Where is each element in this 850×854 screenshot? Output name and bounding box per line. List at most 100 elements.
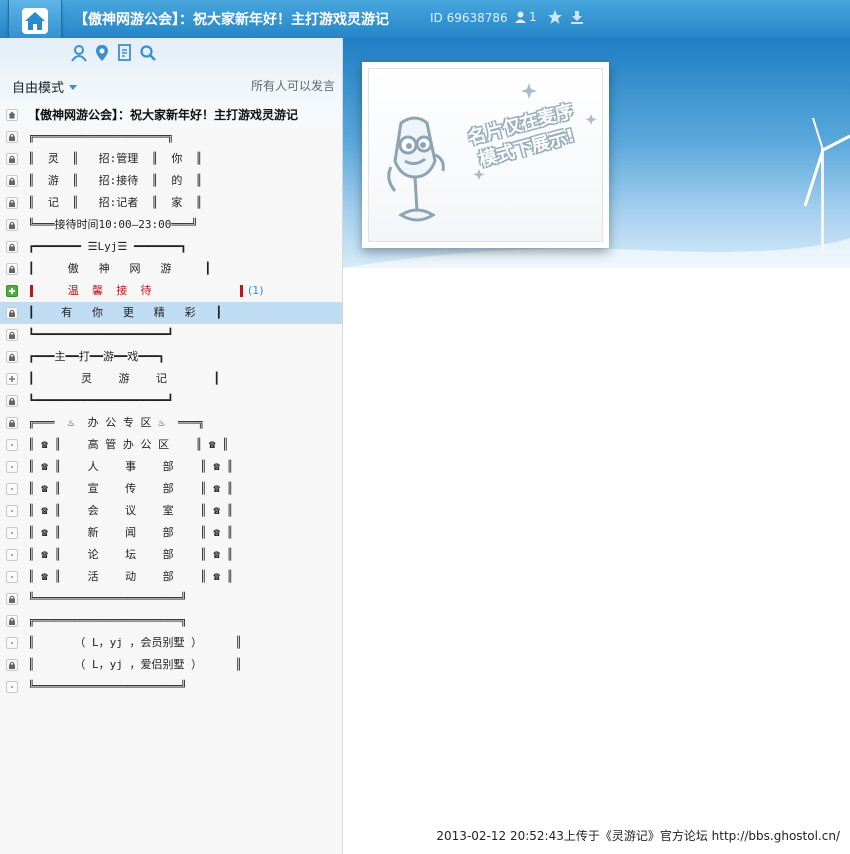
lock-icon: [6, 417, 18, 429]
lock-icon: [6, 131, 18, 143]
toolbar: [70, 44, 162, 66]
speak-permission: 所有人可以发言: [250, 79, 335, 93]
channel-name: ┃ 灵 游 记 ┃: [28, 372, 220, 385]
dot-icon: [6, 483, 18, 495]
sparkle-icons: [473, 83, 597, 180]
channel-name: ║ ☎ ║ 新 闻 部 ║ ☎ ║: [28, 526, 234, 539]
channel-item[interactable]: ║ ☎ ║ 活 动 部 ║ ☎ ║: [0, 566, 342, 588]
channel-item[interactable]: ║ ☎ ║ 新 闻 部 ║ ☎ ║: [0, 522, 342, 544]
dot-icon: [6, 439, 18, 451]
channel-name: 【傲神网游公会】：祝大家新年好！主打游戏灵游记: [28, 108, 299, 122]
channel-item[interactable]: ┏━━━━━━━ ☰Lyj☰ ━━━━━━━┓: [0, 236, 342, 258]
notes-icon[interactable]: [116, 44, 134, 62]
dot-icon: [6, 571, 18, 583]
channel-item[interactable]: ┃ 有 你 更 精 彩 ┃: [0, 302, 342, 324]
channel-item[interactable]: ╚══════════════════════╝: [0, 588, 342, 610]
dot-icon: [6, 549, 18, 561]
user-manage-icon[interactable]: [70, 44, 88, 62]
channel-name: ║ ☎ ║ 活 动 部 ║ ☎ ║: [28, 570, 234, 583]
channel-item[interactable]: 【傲神网游公会】：祝大家新年好！主打游戏灵游记: [0, 104, 342, 126]
channel-item[interactable]: ║ 游 ║ 招:接待 ║ 的 ║: [0, 170, 342, 192]
channel-name: ┗━━━━━━━━━━━━━━━━━━━━┛: [28, 328, 174, 341]
channel-item[interactable]: ╚═══接待时间10:00—23:00═══╝: [0, 214, 342, 236]
channel-item[interactable]: ║ （ L，yj ，会员别墅 ） ║: [0, 632, 342, 654]
channel-item[interactable]: ╔════════════════════╗: [0, 126, 342, 148]
lock-icon: [6, 329, 18, 341]
room-title: 【傲神网游公会】：祝大家新年好！主打游戏灵游记: [74, 12, 389, 28]
lock-icon: [6, 307, 18, 319]
upload-info: 2013-02-12 20:52:43上传于《灵游记》官方论坛 http://b…: [436, 829, 840, 843]
channel-item[interactable]: ║ 记 ║ 招:记者 ║ 家 ║: [0, 192, 342, 214]
channel-name: ╚═══接待时间10:00—23:00═══╝: [28, 218, 198, 231]
user-count-badge: (1): [248, 284, 264, 297]
channel-name: ╔═══ ♨ 办 公 专 区 ♨ ═══╗: [28, 416, 205, 429]
mode-label: 自由模式: [12, 81, 65, 96]
channel-item[interactable]: ║ ☎ ║ 论 坛 部 ║ ☎ ║: [0, 544, 342, 566]
channel-name: ║ 记 ║ 招:记者 ║ 家 ║: [28, 196, 203, 209]
channel-item[interactable]: ║ ☎ ║ 高 管 办 公 区 ║ ☎ ║: [0, 434, 342, 456]
channel-item[interactable]: ┗━━━━━━━━━━━━━━━━━━━━┛: [0, 324, 342, 346]
channel-marker: [240, 285, 243, 297]
channel-name: ║ ☎ ║ 高 管 办 公 区 ║ ☎ ║: [28, 438, 229, 451]
location-icon[interactable]: [93, 44, 111, 62]
channel-name: ║ ☎ ║ 宣 传 部 ║ ☎ ║: [28, 482, 234, 495]
channel-name: ║ ☎ ║ 论 坛 部 ║ ☎ ║: [28, 548, 234, 561]
user-count-value: 1: [529, 10, 537, 24]
dot-icon: [6, 505, 18, 517]
channel-name: ╚══════════════════════╝: [28, 680, 187, 693]
channel-list: 【傲神网游公会】：祝大家新年好！主打游戏灵游记 ╔════════════════…: [0, 104, 342, 698]
download-icon[interactable]: [570, 10, 584, 24]
search-icon[interactable]: [139, 44, 157, 62]
channel-name: ║ （ L，yj ，爱侣别墅 ） ║: [28, 658, 242, 671]
channel-name: ┃ 傲 神 网 游 ┃: [28, 262, 212, 275]
lock-icon: [6, 593, 18, 605]
lock-icon: [6, 263, 18, 275]
profile-card: 名片仅在麦序 模式下展示!: [362, 62, 609, 248]
mode-dropdown[interactable]: 自由模式: [12, 77, 78, 96]
channel-name: ║ ☎ ║ 会 议 室 ║ ☎ ║: [28, 504, 234, 517]
user-count[interactable]: 1: [515, 10, 537, 24]
channel-item[interactable]: ╚══════════════════════╝: [0, 676, 342, 698]
channel-item[interactable]: ┃ 灵 游 记 ┃: [0, 368, 342, 390]
channel-item[interactable]: ┏━━━主━━打━━游━━戏━━━┓: [0, 346, 342, 368]
lock-icon: [6, 395, 18, 407]
user-icon: [515, 11, 526, 23]
lock-icon: [6, 219, 18, 231]
card-inner: 名片仅在麦序 模式下展示!: [368, 68, 603, 242]
channel-name: ┗━━━━━━━━━━━━━━━━━━━━┛: [28, 394, 174, 407]
dot-icon: [6, 461, 18, 473]
channel-item[interactable]: ║ ☎ ║ 会 议 室 ║ ☎ ║: [0, 500, 342, 522]
lock-icon: [6, 659, 18, 671]
channel-name: ║ 游 ║ 招:接待 ║ 的 ║: [28, 174, 203, 187]
channel-name: ┏━━━━━━━ ☰Lyj☰ ━━━━━━━┓: [28, 240, 187, 253]
channel-item[interactable]: ║ ☎ ║ 人 事 部 ║ ☎ ║: [0, 456, 342, 478]
lock-icon: [6, 153, 18, 165]
expand-icon[interactable]: [6, 285, 18, 297]
channel-name: ║ 灵 ║ 招:管理 ║ 你 ║: [28, 152, 203, 165]
dot-icon: [6, 637, 18, 649]
channel-name: ┏━━━主━━打━━游━━戏━━━┓: [28, 350, 165, 363]
chevron-down-icon: [69, 85, 78, 90]
home-icon: [22, 8, 48, 34]
channel-name: ║ （ L，yj ，会员别墅 ） ║: [28, 636, 242, 649]
channel-name: ╔════════════════════╗: [28, 130, 174, 143]
channel-item[interactable]: ║ ☎ ║ 宣 传 部 ║ ☎ ║: [0, 478, 342, 500]
home-icon: [6, 109, 18, 121]
lock-icon: [6, 351, 18, 363]
star-icon[interactable]: [547, 9, 563, 25]
lock-icon: [6, 197, 18, 209]
channel-item[interactable]: ╔══════════════════════╗: [0, 610, 342, 632]
lock-icon: [6, 615, 18, 627]
channel-item[interactable]: ┗━━━━━━━━━━━━━━━━━━━━┛: [0, 390, 342, 412]
channel-panel: 自由模式 所有人可以发言 【傲神网游公会】：祝大家新年好！主打游戏灵游记 ╔═══…: [0, 38, 343, 854]
channel-name: ║ ☎ ║ 人 事 部 ║ ☎ ║: [28, 460, 234, 473]
channel-item[interactable]: ╔═══ ♨ 办 公 专 区 ♨ ═══╗: [0, 412, 342, 434]
top-header: 【傲神网游公会】：祝大家新年好！主打游戏灵游记 ID 69638786 1: [0, 0, 850, 47]
expand-icon[interactable]: [6, 373, 18, 385]
dot-icon: [6, 527, 18, 539]
channel-item[interactable]: ┃ 傲 神 网 游 ┃: [0, 258, 342, 280]
channel-item[interactable]: 温 馨 接 待 (1): [0, 280, 342, 302]
channel-item[interactable]: ║ 灵 ║ 招:管理 ║ 你 ║: [0, 148, 342, 170]
channel-item[interactable]: ║ （ L，yj ，爱侣别墅 ） ║: [0, 654, 342, 676]
channel-name: ╔══════════════════════╗: [28, 614, 187, 627]
